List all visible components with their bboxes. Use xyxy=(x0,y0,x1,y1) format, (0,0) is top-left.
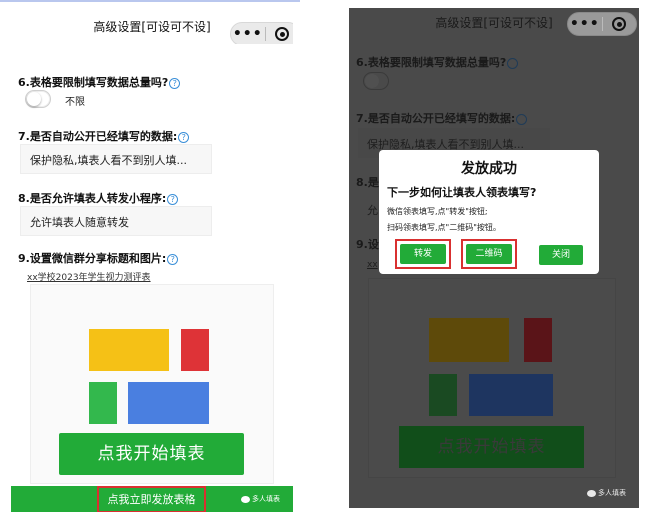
help-icon[interactable]: ? xyxy=(167,253,179,265)
help-icon xyxy=(516,113,528,125)
question-8: 8.是否允许填表人转发小程序:? xyxy=(18,190,179,206)
question-9: 9.设置微信群分享标题和图片:? xyxy=(18,250,179,266)
publish-form-button[interactable]: 点我立即发放表格 xyxy=(97,486,206,512)
share-title-link[interactable]: xx学校2023年学生视力测评表 xyxy=(27,270,151,283)
brand-mark: 多人填表 xyxy=(241,494,280,504)
mini-program-capsule: ••• xyxy=(230,22,293,46)
help-icon xyxy=(507,57,519,69)
public-data-select[interactable]: 保护隐私,填表人看不到别人填... xyxy=(20,144,212,174)
dim-start-button: 点我开始填表 xyxy=(399,426,584,468)
start-fill-button[interactable]: 点我开始填表 xyxy=(59,433,244,475)
dim-question-7: 7.是否自动公开已经填写的数据: xyxy=(356,110,528,126)
wechat-icon xyxy=(587,489,596,497)
help-icon[interactable]: ? xyxy=(178,131,190,143)
close-button[interactable]: 关闭 xyxy=(539,245,583,265)
wechat-icon xyxy=(241,495,250,503)
preview-green-block xyxy=(89,382,117,424)
dim-blue-block xyxy=(469,374,553,416)
forward-highlight: 转发 xyxy=(395,239,451,269)
dim-question-6: 6.表格要限制填写数据总量吗? xyxy=(356,54,519,70)
qrcode-button[interactable]: 二维码 xyxy=(466,244,512,264)
dialog-title: 发放成功 xyxy=(461,161,517,177)
dialog-instruction-2: 扫码领表填写,点"二维码"按钮。 xyxy=(387,223,501,232)
preview-red-block xyxy=(181,329,209,371)
dim-green-block xyxy=(429,374,457,416)
preview-yellow-block xyxy=(89,329,169,371)
bottom-action-bar: 点我立即发放表格 多人填表 xyxy=(11,486,293,512)
dim-red-block xyxy=(524,318,552,362)
close-mini-program-button[interactable] xyxy=(265,27,293,41)
settings-screen: 高级设置[可设可不设] ••• 6.表格要限制填写数据总量吗?? 不限 7.是否… xyxy=(11,12,293,512)
mini-program-capsule: ••• xyxy=(567,12,637,36)
dialog-subtitle: 下一步如何让填表人领表填写? xyxy=(387,186,537,199)
nav-bar: 高级设置[可设可不设] ••• xyxy=(11,12,293,46)
publish-success-screen: 高级设置[可设可不设] ••• 6.表格要限制填写数据总量吗? 7.是否自动公开… xyxy=(349,8,639,508)
dim-toggle xyxy=(363,72,389,90)
target-icon xyxy=(275,27,290,41)
dim-question-8: 8.是 xyxy=(356,176,379,189)
help-icon[interactable]: ? xyxy=(167,193,179,205)
toggle-knob xyxy=(27,92,41,106)
dim-question-9: 9.设 xyxy=(356,238,379,251)
qrcode-highlight: 二维码 xyxy=(461,239,517,269)
question-6: 6.表格要限制填写数据总量吗?? xyxy=(18,74,181,90)
close-mini-program-button[interactable] xyxy=(602,17,636,31)
forward-button[interactable]: 转发 xyxy=(400,244,446,264)
dim-share-title: xx xyxy=(367,260,378,270)
limit-total-toggle[interactable] xyxy=(25,90,51,108)
dim-yellow-block xyxy=(429,318,509,362)
settings-form: 6.表格要限制填写数据总量吗?? 不限 7.是否自动公开已经填写的数据:? 保护… xyxy=(11,44,293,512)
top-divider xyxy=(0,0,300,2)
more-menu-icon[interactable]: ••• xyxy=(231,22,265,46)
brand-mark: 多人填表 xyxy=(587,488,626,498)
dialog-instruction-1: 微信领表填写,点"转发"按钮; xyxy=(387,207,488,216)
dim-field-8-text: 允 xyxy=(367,204,378,217)
publish-success-dialog: 发放成功 下一步如何让填表人领表填写? 微信领表填写,点"转发"按钮; 扫码领表… xyxy=(379,150,599,274)
forward-permission-select[interactable]: 允许填表人随意转发 xyxy=(20,206,212,236)
toggle-label: 不限 xyxy=(65,97,85,108)
toggle-knob xyxy=(365,74,379,88)
preview-blue-block xyxy=(128,382,209,424)
nav-bar: 高级设置[可设可不设] ••• xyxy=(349,8,639,40)
help-icon[interactable]: ? xyxy=(169,77,181,89)
target-icon xyxy=(612,17,627,31)
question-7: 7.是否自动公开已经填写的数据:? xyxy=(18,128,190,144)
more-menu-icon[interactable]: ••• xyxy=(568,12,602,36)
